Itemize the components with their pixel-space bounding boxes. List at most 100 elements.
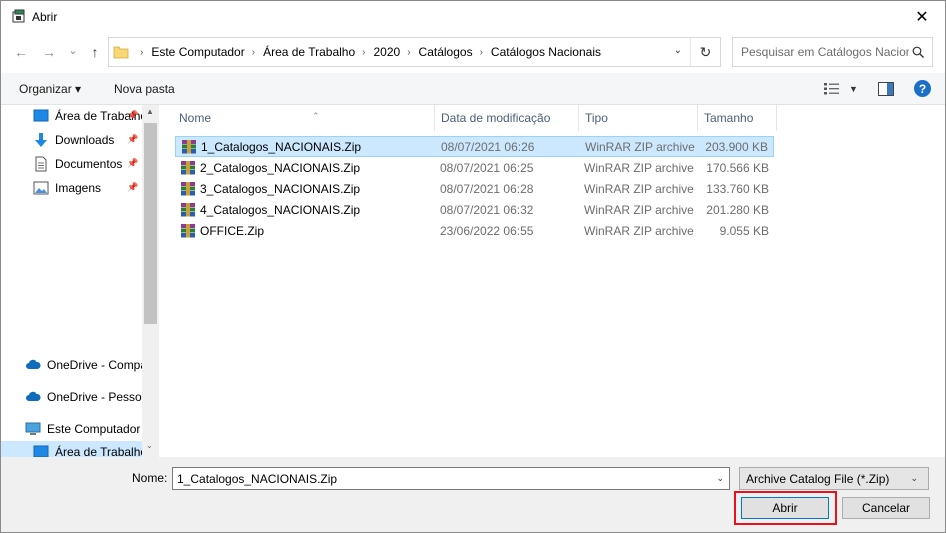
document-icon — [35, 156, 47, 172]
column-header-name[interactable]: Nome ⌃ — [173, 105, 435, 131]
search-input[interactable] — [741, 44, 909, 60]
sidebar-item-onedrive-personal[interactable]: OneDrive - Pessoal — [1, 386, 142, 408]
file-size: 201.280 KB — [706, 203, 769, 217]
cloud-icon — [26, 391, 41, 401]
sidebar-item-label: Downloads — [55, 133, 115, 147]
recent-locations-button[interactable]: ⌄ — [63, 40, 83, 60]
winrar-archive-icon — [181, 224, 195, 238]
column-header-size[interactable]: Tamanho — [698, 105, 777, 131]
help-icon: ? — [918, 81, 927, 96]
scroll-down-icon[interactable]: ⌄ — [146, 441, 153, 450]
sidebar-scrollbar[interactable]: ▲ ⌄ — [142, 105, 159, 457]
file-name-combobox[interactable]: ⌄ — [172, 467, 730, 490]
file-name: 3_Catalogos_NACIONAIS.Zip — [200, 182, 361, 196]
scrollbar-thumb[interactable] — [144, 123, 157, 324]
file-date: 08/07/2021 06:32 — [440, 203, 534, 217]
breadcrumb-catalogos-nacionais[interactable]: Catálogos Nacionais — [491, 45, 601, 59]
file-row[interactable]: 2_Catalogos_NACIONAIS.Zip 08/07/2021 06:… — [175, 158, 774, 179]
column-header-label: Tipo — [585, 111, 608, 125]
download-icon — [35, 133, 47, 147]
search-icon — [912, 46, 924, 58]
sidebar-item-label: Este Computador — [47, 422, 141, 436]
file-name: 2_Catalogos_NACIONAIS.Zip — [200, 161, 361, 175]
app-icon — [12, 9, 25, 23]
file-size: 9.055 KB — [719, 224, 769, 238]
file-type-filter[interactable]: Archive Catalog File (*.Zip) ⌄ — [739, 467, 929, 490]
open-button[interactable]: Abrir — [741, 497, 829, 519]
file-date: 08/07/2021 06:25 — [440, 161, 534, 175]
back-button[interactable]: ← — [11, 42, 31, 62]
search-box[interactable] — [732, 37, 933, 67]
scroll-up-icon[interactable]: ▲ — [146, 107, 154, 116]
cancel-button[interactable]: Cancelar — [842, 497, 930, 519]
file-name: 1_Catalogos_NACIONAIS.Zip — [201, 140, 362, 154]
sidebar-item-onedrive-shared[interactable]: OneDrive - Compartilhado — [1, 354, 142, 376]
breadcrumb-separator[interactable]: › — [407, 47, 410, 58]
arrow-up-icon: ↑ — [91, 44, 99, 60]
breadcrumb-this-pc[interactable]: Este Computador — [151, 45, 244, 59]
breadcrumb-separator[interactable]: › — [480, 47, 483, 58]
sidebar-item-label: OneDrive - Pessoal — [47, 390, 142, 404]
help-button[interactable]: ? — [914, 80, 931, 97]
file-size: 133.760 KB — [706, 182, 769, 196]
breadcrumb-desktop[interactable]: Área de Trabalho — [263, 45, 355, 59]
column-header-type[interactable]: Tipo — [579, 105, 698, 131]
close-button[interactable]: ✕ — [899, 1, 945, 32]
chevron-down-icon[interactable]: ⌄ — [716, 473, 724, 484]
file-type: WinRAR ZIP archive — [584, 224, 694, 238]
sidebar-item-documents[interactable]: Documentos 📌 — [1, 153, 142, 175]
pin-icon: 📌 — [127, 182, 139, 192]
title-bar: Abrir ✕ — [1, 1, 945, 33]
file-row[interactable]: OFFICE.Zip 23/06/2022 06:55 WinRAR ZIP a… — [175, 221, 774, 242]
image-icon — [33, 181, 49, 195]
open-file-dialog: Abrir ✕ ← → ⌄ ↑ › Este Computador › Área… — [0, 0, 946, 533]
file-type: WinRAR ZIP archive — [584, 203, 694, 217]
sidebar-item-downloads[interactable]: Downloads 📌 — [1, 129, 142, 151]
view-dropdown-icon[interactable]: ▼ — [849, 84, 858, 94]
file-name-input[interactable] — [177, 471, 697, 487]
new-folder-button[interactable]: Nova pasta — [114, 82, 175, 96]
sidebar-item-this-pc[interactable]: Este Computador — [1, 418, 142, 440]
sidebar-item-images[interactable]: Imagens 📌 — [1, 177, 142, 199]
breadcrumb: › Este Computador › Área de Trabalho › 2… — [133, 45, 601, 59]
refresh-button[interactable]: ↻ — [690, 38, 720, 66]
column-header-label: Tamanho — [704, 111, 754, 125]
winrar-archive-icon — [181, 203, 195, 217]
up-button[interactable]: ↑ — [85, 42, 105, 62]
sidebar-item-desktop-pinned[interactable]: Área de Trabalho 📌 — [1, 105, 142, 127]
winrar-archive-icon — [181, 161, 195, 175]
cloud-icon — [26, 359, 41, 369]
file-date: 23/06/2022 06:55 — [440, 224, 534, 238]
navigation-pane: Área de Trabalho 📌 Downloads 📌 Documento… — [1, 105, 159, 463]
file-row[interactable]: 4_Catalogos_NACIONAIS.Zip 08/07/2021 06:… — [175, 200, 774, 221]
winrar-archive-icon — [181, 182, 195, 196]
breadcrumb-separator[interactable]: › — [252, 47, 255, 58]
address-bar[interactable]: › Este Computador › Área de Trabalho › 2… — [108, 37, 721, 67]
preview-pane-icon[interactable] — [878, 82, 894, 96]
open-button-label: Abrir — [772, 501, 798, 515]
column-header-label: Data de modificação — [441, 111, 551, 125]
organize-button[interactable]: Organizar ▾ — [19, 82, 81, 96]
forward-button[interactable]: → — [39, 42, 59, 62]
command-bar: Organizar ▾ Nova pasta ▼ ? — [1, 73, 945, 105]
breadcrumb-2020[interactable]: 2020 — [373, 45, 400, 59]
file-type: WinRAR ZIP archive — [584, 182, 694, 196]
chevron-down-icon: ⌄ — [910, 473, 918, 483]
file-row[interactable]: 1_Catalogos_NACIONAIS.Zip 08/07/2021 06:… — [175, 136, 774, 157]
sidebar-item-label: OneDrive - Compartilhado — [47, 358, 142, 372]
desktop-icon — [33, 109, 49, 122]
view-options-icon[interactable] — [823, 82, 841, 96]
file-row[interactable]: 3_Catalogos_NACIONAIS.Zip 08/07/2021 06:… — [175, 179, 774, 200]
breadcrumb-catalogos[interactable]: Catálogos — [419, 45, 473, 59]
address-dropdown-icon[interactable]: ⌄ — [674, 45, 682, 56]
file-list: Nome ⌃ Data de modificação Tipo Tamanho … — [159, 105, 945, 457]
column-header-date[interactable]: Data de modificação — [435, 105, 579, 131]
arrow-right-icon: → — [42, 44, 56, 60]
arrow-left-icon: ← — [14, 44, 28, 60]
dialog-footer: Nome: ⌄ Archive Catalog File (*.Zip) ⌄ A… — [1, 457, 945, 532]
breadcrumb-separator: › — [140, 46, 144, 58]
file-name-label: Nome: — [132, 471, 168, 485]
breadcrumb-separator[interactable]: › — [362, 47, 365, 58]
cancel-button-label: Cancelar — [861, 501, 911, 515]
window-title: Abrir — [32, 10, 58, 24]
